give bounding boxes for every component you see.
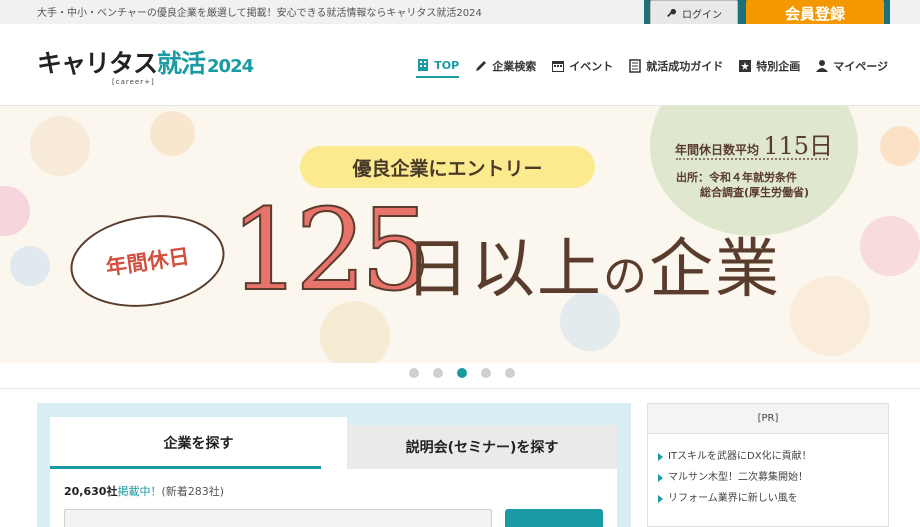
company-count: 20,630社掲載中！(新着283社) [64,483,224,499]
document-icon [629,59,641,73]
building-icon [418,59,429,71]
main-nav: TOP 企業検索 イベント 就活成功ガイド 特別企画 マイページ [416,58,888,78]
pr-item[interactable]: マルサン木型！二次募集開始！ [658,467,888,488]
stat-separator [676,158,828,160]
big-text-no: の [603,251,649,302]
nav-item-guide[interactable]: 就活成功ガイド [628,58,723,78]
triangle-icon [658,452,663,461]
login-button[interactable]: ログイン [650,0,738,26]
source-line-1: 出所：令和４年就労条件 [676,171,797,184]
nav-item-top[interactable]: TOP [416,58,460,78]
nav-label: 企業検索 [492,60,537,73]
nav-label: TOP [434,58,460,72]
stat-value: 115日 [763,132,834,160]
person-icon [816,60,829,72]
tab-find-seminar[interactable]: 説明会(セミナー)を探す [347,425,617,469]
big-text-company: 企業 [649,233,781,307]
count-number: 20,630社 [64,485,118,498]
decor-dot [30,116,90,176]
decor-dot [860,216,920,276]
pr-list: ITスキルを武器にDX化に貢献！ マルサン木型！二次募集開始！ リフォーム業界に… [648,434,888,509]
nav-item-special[interactable]: 特別企画 [738,58,800,78]
banner-bubble: 年間休日 [64,205,231,317]
carousel-dot[interactable] [505,368,515,378]
count-new: (新着283社) [161,485,225,498]
decor-dot [790,276,870,356]
nav-item-company-search[interactable]: 企業検索 [474,58,536,78]
banner-pill: 優良企業にエントリー [300,146,595,188]
bubble-text: 年間休日 [104,244,191,280]
calendar-icon [552,61,565,72]
tab-find-company[interactable]: 企業を探す [50,417,347,469]
key-icon [667,8,677,17]
search-input[interactable] [64,509,492,527]
decor-dot [10,246,50,286]
pr-item-text: リフォーム業界に新しい風を [668,493,798,504]
search-button[interactable] [505,509,603,527]
nav-item-mypage[interactable]: マイページ [815,58,888,78]
pr-box: [PR] ITスキルを武器にDX化に貢献！ マルサン木型！二次募集開始！ リフォ… [647,403,889,527]
banner-big-number: 125 [229,185,433,317]
decor-dot [150,111,195,156]
search-panel: 企業を探す 説明会(セミナー)を探す 20,630社掲載中！(新着283社) [37,403,631,527]
decor-dot [880,126,920,166]
bookmark-icon [739,60,752,72]
section-divider [0,388,920,389]
register-button[interactable]: 会員登録 [746,0,884,26]
hero-banner[interactable]: 優良企業にエントリー 年間休日 125 日以上の企業 年間休日数平均 115日 … [0,106,920,363]
carousel-dot[interactable] [409,368,419,378]
stat-source: 出所：令和４年就労条件 総合調査(厚生労働省) [676,170,809,200]
pr-item[interactable]: リフォーム業界に新しい風を [658,488,888,509]
logo-year: 2024 [207,56,254,77]
decor-dot [0,186,30,236]
pr-item-text: マルサン木型！二次募集開始！ [668,472,808,483]
pr-item-text: ITスキルを武器にDX化に貢献！ [668,451,812,462]
triangle-icon [658,494,663,503]
stat-line: 年間休日数平均 115日 [675,126,833,161]
site-logo[interactable]: キャリタス就活 2024 [career+] [37,44,254,86]
carousel-dot[interactable] [433,368,443,378]
stat-label: 年間休日数平均 [675,143,760,157]
pr-item[interactable]: ITスキルを武器にDX化に貢献！ [658,446,888,467]
carousel-dot[interactable] [481,368,491,378]
triangle-icon [658,473,663,482]
nav-label: イベント [569,60,614,73]
count-listed: 掲載中！ [117,485,162,498]
source-line-2: 総合調査(厚生労働省) [700,186,810,199]
nav-label: マイページ [833,60,888,73]
login-label: ログイン [682,9,722,21]
logo-main: キャリタス [37,49,158,78]
big-text-days: 日以上 [405,233,603,307]
carousel-dots [0,368,920,378]
nav-label: 就活成功ガイド [646,60,724,73]
site-tagline: 大手・中小・ベンチャーの優良企業を厳選して掲載！安心できる就活情報ならキャリタス… [37,8,482,19]
site-header: キャリタス就活 2024 [career+] TOP 企業検索 イベント 就活成功… [0,24,920,106]
nav-label: 特別企画 [756,60,801,73]
logo-accent: 就活 [157,49,206,78]
carousel-dot-active[interactable] [457,368,467,378]
pr-heading: [PR] [648,404,888,434]
pencil-icon [476,61,487,71]
nav-item-events[interactable]: イベント [551,58,613,78]
search-body: 20,630社掲載中！(新着283社) [50,469,617,527]
